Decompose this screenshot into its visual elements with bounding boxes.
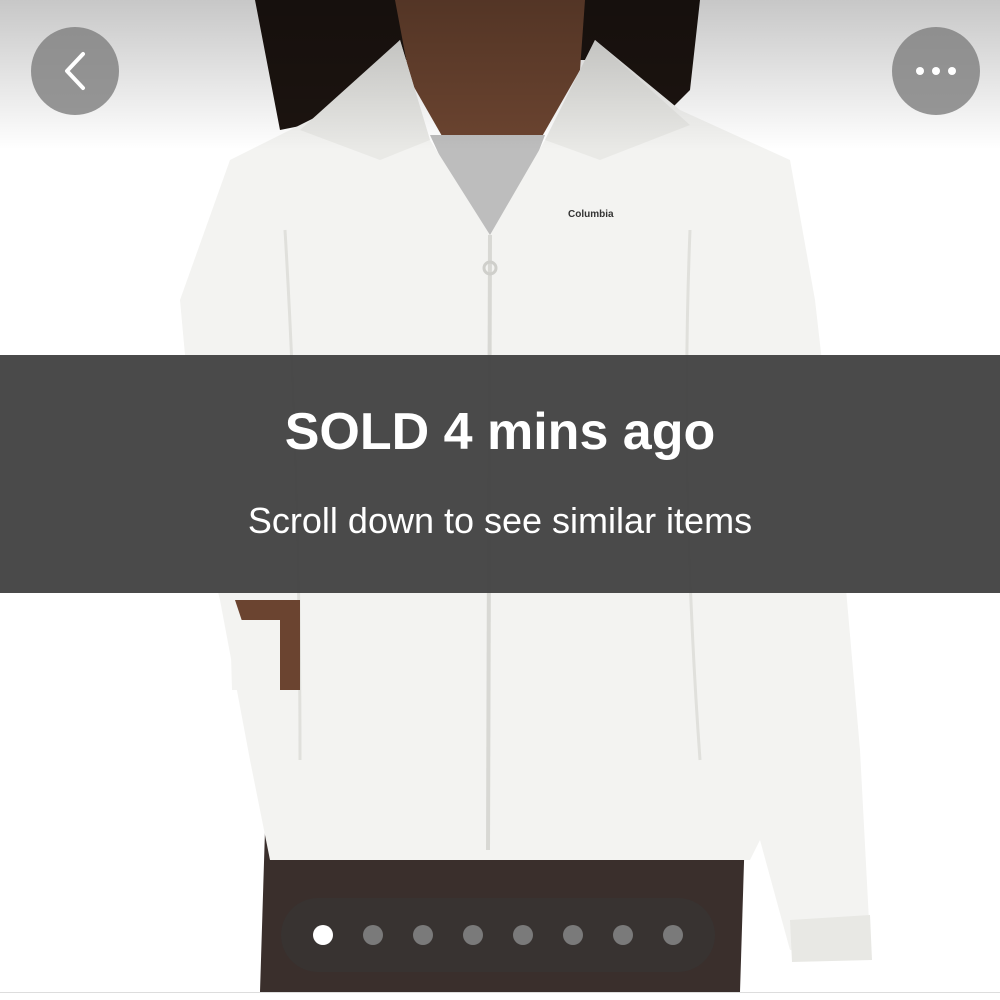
- pager-dot[interactable]: [413, 925, 433, 945]
- more-horizontal-icon: [916, 67, 956, 75]
- bottom-divider: [0, 992, 1000, 1000]
- pager-dot[interactable]: [563, 925, 583, 945]
- sold-subtitle: Scroll down to see similar items: [247, 500, 753, 541]
- pager-dot[interactable]: [663, 925, 683, 945]
- more-options-button[interactable]: [892, 27, 980, 115]
- pager-dot[interactable]: [313, 925, 333, 945]
- chevron-left-icon: [65, 52, 85, 90]
- back-button[interactable]: [31, 27, 119, 115]
- pager-dot[interactable]: [513, 925, 533, 945]
- listing-screen: Columbia SOLD 4 mins ago Scroll down to …: [0, 0, 1000, 1000]
- sold-title: SOLD 4 mins ago: [284, 403, 716, 461]
- pager-dot[interactable]: [463, 925, 483, 945]
- brand-logo: Columbia: [568, 209, 614, 220]
- top-gradient: [0, 0, 1000, 150]
- sold-overlay: [0, 355, 1000, 593]
- pager-dot[interactable]: [613, 925, 633, 945]
- pager-dot[interactable]: [363, 925, 383, 945]
- image-pager: [281, 898, 715, 972]
